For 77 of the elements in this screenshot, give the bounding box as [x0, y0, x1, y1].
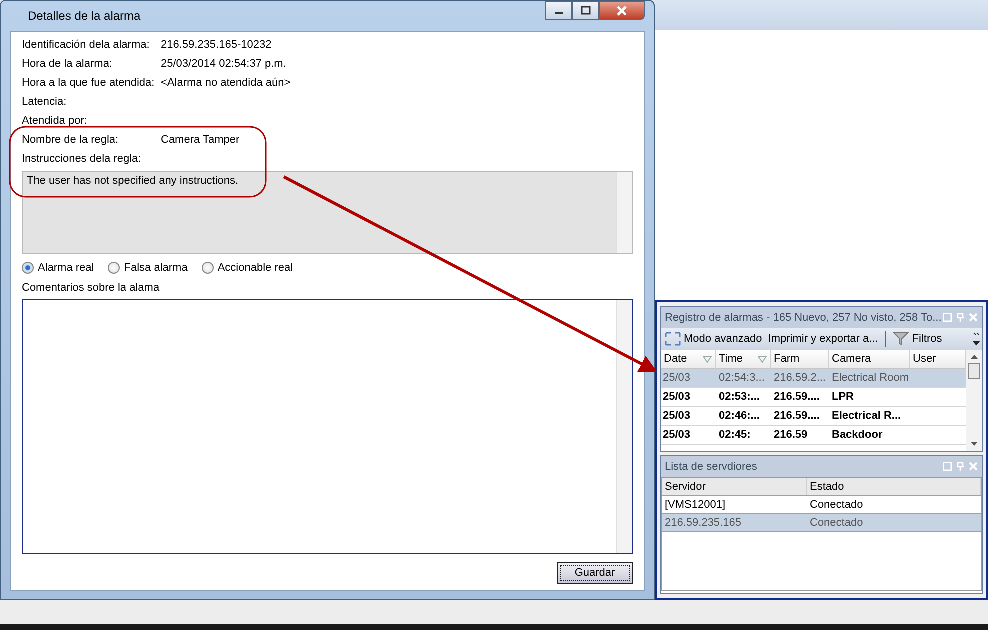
table-cell-text: LPR: [831, 391, 855, 403]
maximize-icon: [580, 6, 590, 15]
comments-field[interactable]: [22, 299, 633, 554]
table-cell-text: 25/03: [662, 372, 692, 384]
table-cell-text: 216.59: [773, 429, 809, 441]
filter-icon: [758, 356, 767, 362]
panel-title: Lista de servdiores: [665, 460, 758, 472]
scrollbar[interactable]: [966, 350, 982, 451]
scroll-up-icon[interactable]: [970, 354, 978, 360]
column-header[interactable]: Date: [661, 350, 716, 368]
scrollbar[interactable]: [616, 300, 632, 553]
overflow-icon: [973, 331, 980, 347]
table-cell-text: 02:53:...: [718, 391, 761, 403]
field-value: 216.59.235.165-10232: [161, 38, 272, 53]
comments-label: Comentarios sobre la alama: [22, 282, 161, 296]
scrollbar-thumb[interactable]: [968, 363, 980, 379]
table-cell-text: 02:46:...: [718, 410, 761, 422]
pin-icon: [956, 462, 965, 471]
table-cell-text: 25/03: [662, 429, 692, 441]
maximize-button[interactable]: [572, 1, 599, 20]
field-label: Hora a la que fue atendida:: [22, 76, 155, 91]
table-cell-text: Conectado: [809, 498, 864, 510]
table-row[interactable]: 25/03 02:53:... 216.59.... LPR: [661, 388, 966, 407]
instructions-text: The user has not specified any instructions.: [27, 175, 239, 187]
scrollbar[interactable]: [616, 172, 632, 253]
field-value: Camera Tamper: [161, 133, 240, 148]
pin-icon: [956, 313, 965, 322]
window-title: Detalles de la alarma: [28, 9, 141, 23]
maximize-icon: [943, 313, 952, 322]
table-cell-text: 02:45:: [718, 429, 752, 441]
field-label: Hora de la alarma:: [22, 57, 112, 72]
column-header[interactable]: Time: [716, 350, 771, 368]
table-cell-text: 02:54:3...: [718, 372, 766, 384]
column-header[interactable]: Servidor: [662, 478, 807, 495]
field-label: Instrucciones dela regla:: [22, 152, 142, 167]
table-cell-text: [VMS12001]: [664, 498, 727, 510]
table-cell-text: 216.59.235.165: [664, 516, 742, 528]
save-button[interactable]: Guardar: [557, 562, 633, 584]
table-cell-text: 216.59....: [773, 391, 821, 403]
table-cell-text: Backdoor: [831, 429, 884, 441]
field-label: Nombre de la regla:: [22, 133, 119, 148]
column-header[interactable]: Camera: [829, 350, 910, 368]
table-cell-text: Conectado: [809, 516, 864, 528]
column-header[interactable]: Farm: [771, 350, 829, 368]
radio-button[interactable]: Alarma real: [22, 262, 94, 274]
filter-icon: [893, 332, 910, 346]
column-header[interactable]: Estado: [807, 478, 981, 495]
table-cell-text: 25/03: [662, 410, 692, 422]
table-row[interactable]: 25/03 02:46:... 216.59.... Electrical R...: [661, 407, 966, 426]
table-cell-text: Electrical R...: [831, 410, 902, 422]
field-value: 25/03/2014 02:54:37 p.m.: [161, 57, 286, 72]
table-row[interactable]: 25/03 02:45: 216.59 Backdoor: [661, 426, 966, 445]
table-row[interactable]: 25/03 02:54:3... 216.59.2... Electrical Room: [661, 369, 966, 388]
table-cell-text: Electrical Room: [831, 372, 910, 384]
table-cell-text: 216.59....: [773, 410, 821, 422]
close-icon: [969, 462, 978, 471]
field-label: Latencia:: [22, 95, 67, 110]
maximize-icon: [943, 462, 952, 471]
field-label: Atendida por:: [22, 114, 88, 129]
panel-title: Registro de alarmas - 165 Nuevo, 257 No visto, 258 To...: [665, 312, 942, 324]
close-icon: [616, 6, 628, 16]
table-cell-text: 25/03: [662, 391, 692, 403]
table-cell-text: 216.59.2...: [773, 372, 827, 384]
expand-icon: [665, 332, 681, 346]
scroll-down-icon[interactable]: [970, 441, 978, 447]
toolbar-button[interactable]: Imprimir y exportar a...: [766, 333, 880, 345]
close-icon: [969, 313, 978, 322]
radio-button[interactable]: Falsa alarma: [108, 262, 188, 274]
filter-icon: [703, 356, 712, 362]
table-row[interactable]: 216.59.235.165 Conectado: [662, 514, 981, 532]
field-label: Identificación dela alarma:: [22, 38, 150, 53]
field-value: <Alarma no atendida aún>: [161, 76, 291, 91]
close-button[interactable]: [599, 1, 645, 20]
minimize-button[interactable]: [545, 1, 572, 20]
radio-button[interactable]: Accionable real: [202, 262, 294, 274]
toolbar-button[interactable]: Filtros: [891, 332, 944, 346]
toolbar-button[interactable]: Modo avanzado: [663, 332, 764, 346]
